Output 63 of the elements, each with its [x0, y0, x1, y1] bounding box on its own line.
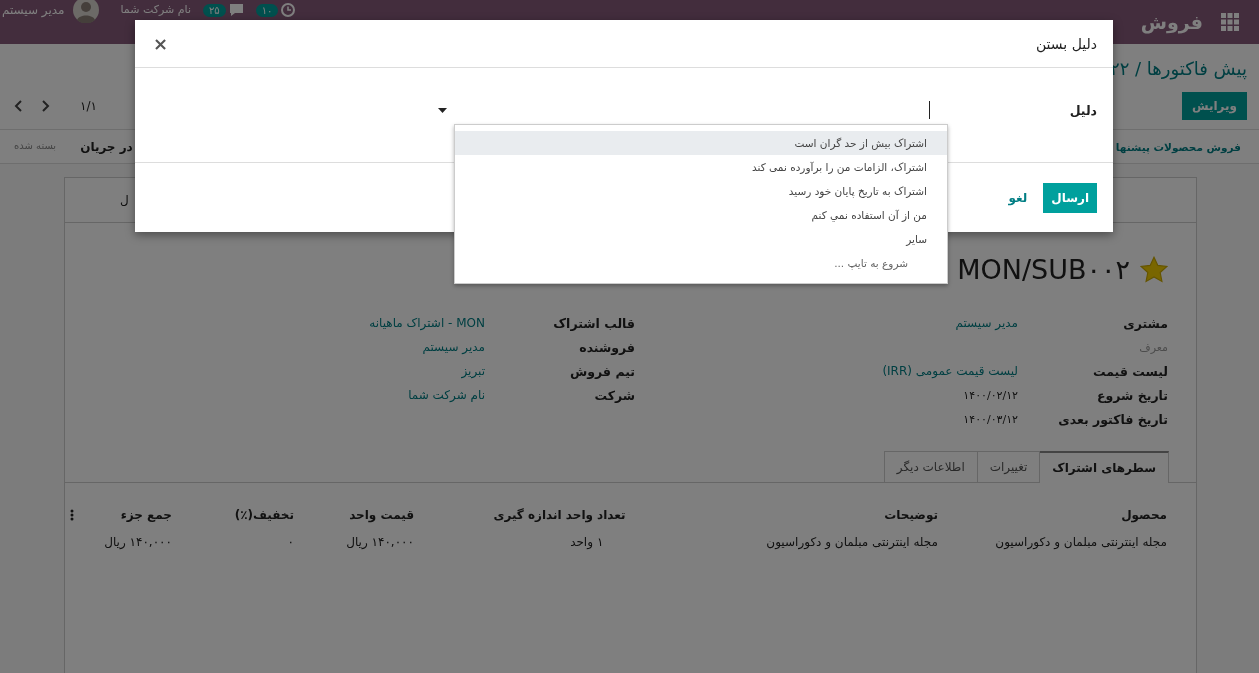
- field-label: قالب اشتراک: [552, 315, 635, 331]
- dropdown-option[interactable]: اشتراک، الزامات من را برآورده نمی کند: [455, 155, 947, 179]
- avatar-icon[interactable]: [72, 0, 99, 23]
- column-header[interactable]: تخفیف(٪): [172, 507, 294, 522]
- header-button[interactable]: فروش محصولات پیشنها: [1115, 140, 1241, 153]
- clock-icon[interactable]: [281, 3, 296, 17]
- dropdown-option[interactable]: اشتراک بیش از حد گران است: [455, 131, 947, 155]
- previous-icon[interactable]: [14, 100, 24, 112]
- field-label: شرکت: [593, 387, 635, 403]
- company-switcher[interactable]: نام شرکت شما: [120, 3, 191, 17]
- table-cell-text: مجله اینترنتی مبلمان و دکوراسیون: [994, 534, 1167, 549]
- status-stage[interactable]: بسته شده: [14, 139, 57, 154]
- table-cell-text: مجله اینترنتی مبلمان و دکوراسیون: [765, 534, 938, 549]
- dropdown-hint: شروع به تایپ ...: [833, 256, 909, 272]
- field-value: ۱۴۰۰/۰۳/۱۲: [962, 412, 1018, 426]
- field-link[interactable]: MON - اشتراک ماهیانه: [65, 316, 485, 330]
- cancel-button[interactable]: لغو: [1008, 190, 1028, 205]
- field-label: دلیل: [1069, 102, 1097, 118]
- column-header[interactable]: واحد اندازه گیری: [414, 507, 597, 522]
- field-label: فروشنده: [578, 339, 635, 355]
- field-label: تیم فروش: [569, 363, 635, 379]
- dropdown-option[interactable]: اشتراک به تاریخ پایان خود رسید: [455, 179, 947, 203]
- count-badge: ۲۵: [202, 3, 226, 17]
- options-icon[interactable]: [70, 508, 74, 521]
- close-button[interactable]: ×: [151, 33, 171, 54]
- table-cell-text: ۱۴۰,۰۰۰ ریال: [103, 534, 172, 549]
- stat-button[interactable]: ل: [120, 193, 129, 207]
- star-icon[interactable]: [1140, 255, 1168, 283]
- caret-icon: [437, 107, 447, 113]
- pager-value: ۱/۱: [80, 99, 97, 113]
- table-cell-text: واحد: [569, 534, 594, 549]
- column-header[interactable]: توضیحات: [641, 507, 938, 522]
- apps-icon[interactable]: [1221, 13, 1239, 31]
- field-label: تاریخ شروع: [1096, 387, 1168, 403]
- table-cell-text: ۱: [597, 534, 605, 549]
- column-header[interactable]: قیمت واحد: [294, 507, 414, 522]
- app-title[interactable]: فروش: [1140, 11, 1203, 33]
- table-cell-text: ۱۴۰,۰۰۰ ریال: [345, 534, 414, 549]
- field-label: لیست قیمت: [1092, 363, 1168, 379]
- tab[interactable]: اطلاعات دیگر: [883, 451, 978, 482]
- count-badge: ۱۰: [255, 3, 279, 17]
- user-menu[interactable]: مدیر سیستم: [0, 3, 65, 17]
- dialog-title: دلیل بستن: [1035, 35, 1097, 52]
- column-header[interactable]: محصول: [938, 507, 1167, 522]
- dropdown-option[interactable]: من از آن استفاده نمي كنم: [455, 203, 947, 227]
- column-header[interactable]: جمع جزء: [94, 507, 172, 522]
- field-link[interactable]: مدیر سیستم: [65, 340, 485, 354]
- field-value: ۱۴۰۰/۰۲/۱۲: [962, 388, 1018, 402]
- table-cell-text: ۰: [286, 534, 294, 549]
- send-button[interactable]: ارسال: [1043, 182, 1097, 213]
- chat-icon[interactable]: [228, 3, 244, 17]
- status-stage[interactable]: در جریان: [80, 139, 133, 154]
- tab[interactable]: سطرهای اشتراک: [1039, 451, 1169, 483]
- record-title: MON/SUB۰۰۲: [957, 253, 1130, 285]
- field-link[interactable]: نام شرکت شما: [65, 388, 485, 402]
- field-label: تاریخ فاکتور بعدی: [1057, 411, 1168, 427]
- dropdown-option[interactable]: سایر: [455, 227, 947, 251]
- field-link[interactable]: تبریز: [65, 364, 485, 378]
- next-icon[interactable]: [40, 100, 50, 112]
- field-label: مشتری: [1122, 315, 1168, 331]
- column-header[interactable]: تعداد: [597, 507, 641, 522]
- field-link[interactable]: مدیر سیستم: [635, 316, 1018, 330]
- field-link[interactable]: لیست قیمت عمومی (IRR): [635, 364, 1018, 378]
